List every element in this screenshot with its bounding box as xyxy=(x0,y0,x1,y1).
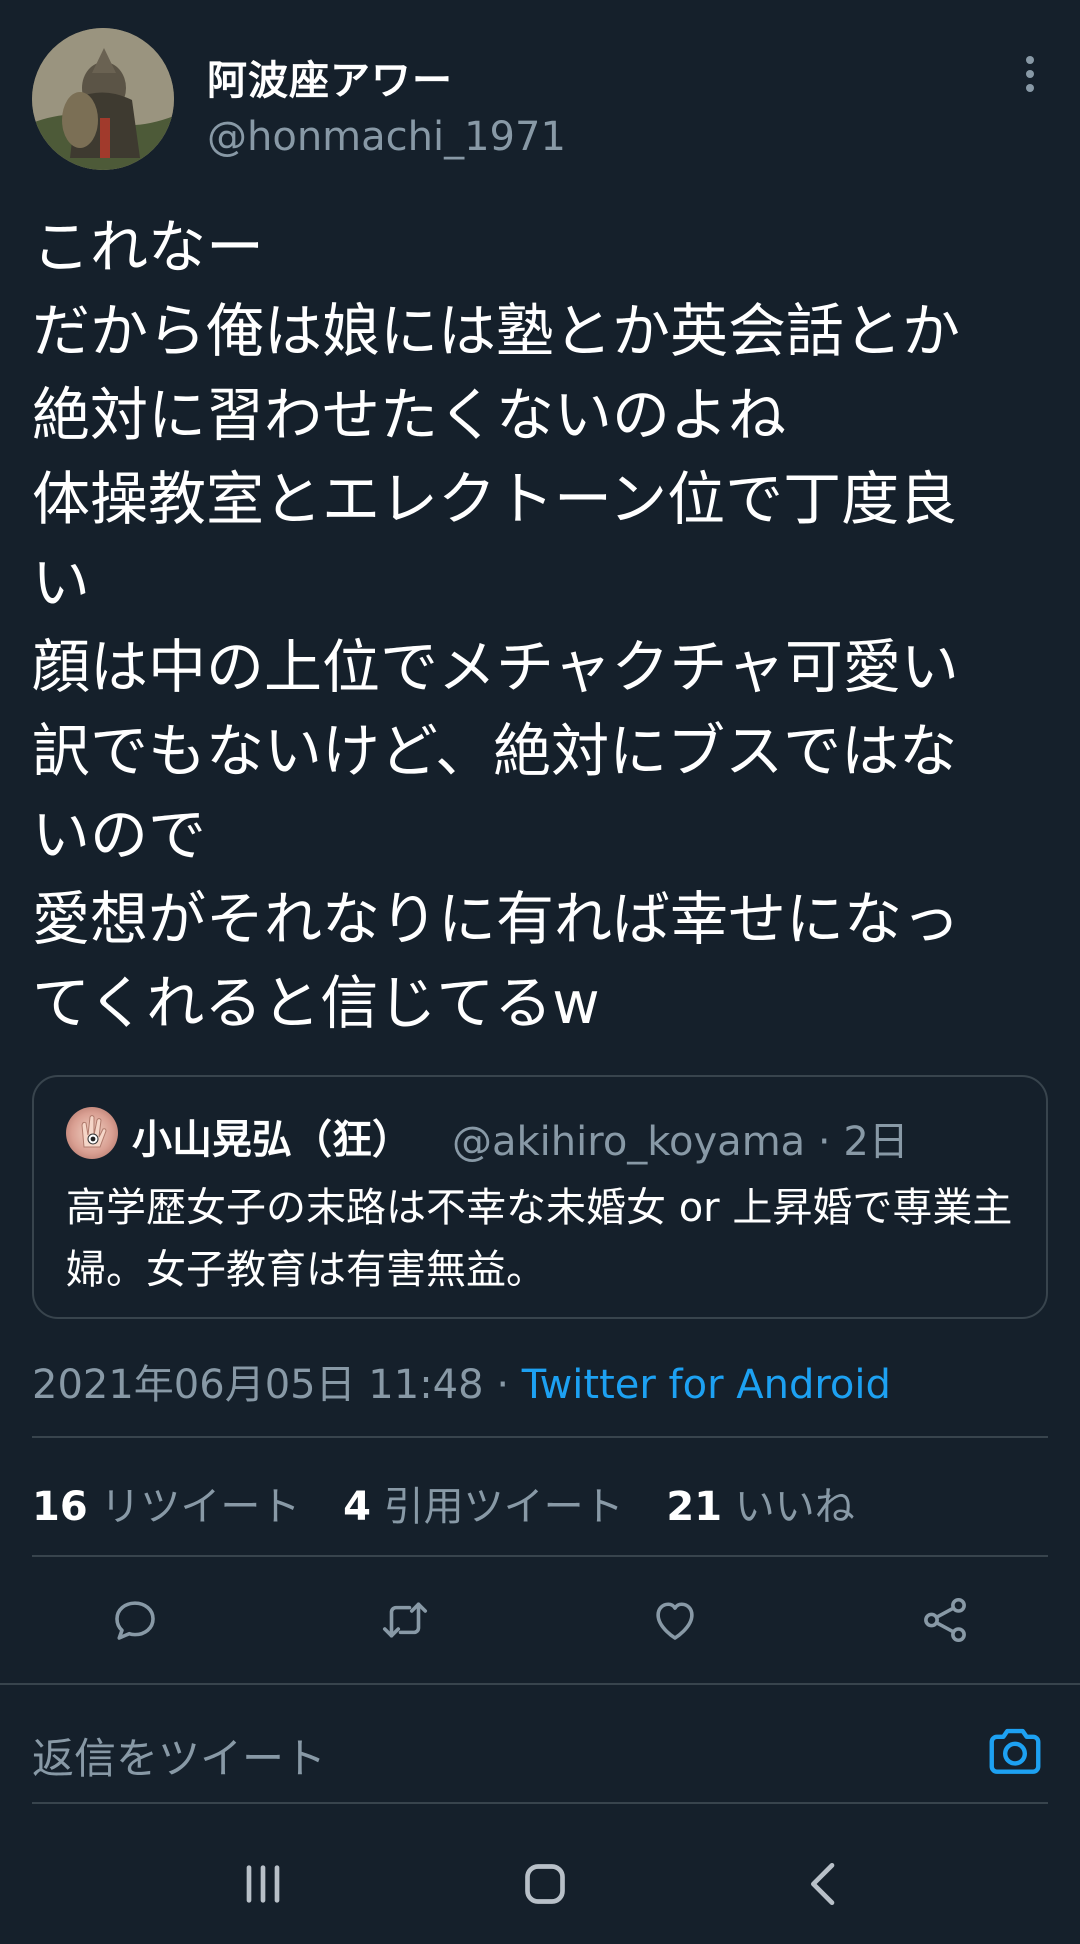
system-nav-bar xyxy=(0,1810,1080,1944)
tweet-text-line: てくれると信じてるw xyxy=(32,969,600,1037)
divider xyxy=(32,1555,1048,1557)
more-vertical-icon[interactable] xyxy=(1012,50,1048,100)
like-count-number: 21 xyxy=(666,1484,723,1530)
camera-icon[interactable] xyxy=(984,1720,1046,1782)
meta-separator: · xyxy=(496,1362,510,1408)
author-handle[interactable]: @honmachi_1971 xyxy=(207,114,566,160)
share-icon[interactable] xyxy=(910,1585,980,1655)
author-avatar[interactable] xyxy=(32,28,174,170)
quoted-tweet-text: 高学歴女子の末路は不幸な未婚女 or 上昇婚で専業主婦。女子教育は有害無益。 xyxy=(66,1185,1013,1293)
tweet-text-line: 訳でもないけど、絶対にブスではな xyxy=(32,717,958,785)
retweet-count-label: リツイート xyxy=(100,1484,301,1530)
tweet-source-link[interactable]: Twitter for Android xyxy=(522,1362,891,1408)
quoted-author-handle: @akihiro_koyama xyxy=(452,1119,806,1165)
tweet-text-line: 愛想がそれなりに有れば幸せになっ xyxy=(32,885,961,953)
retweet-count-number: 16 xyxy=(32,1484,88,1530)
divider xyxy=(0,1683,1080,1685)
quoted-tweet-time: 2日 xyxy=(843,1119,909,1165)
back-icon[interactable] xyxy=(790,1854,860,1914)
reply-input[interactable]: 返信をツイート xyxy=(32,1725,326,1786)
tweet-date: 2021年06月05日 11:48 xyxy=(32,1362,484,1408)
tweet-text-line: 絶対に習わせたくないのよね xyxy=(32,381,787,449)
quote-count-label: 引用ツイート xyxy=(383,1484,624,1530)
quoted-tweet[interactable]: 小山晃弘（狂） @akihiro_koyama · 2日 高学歴女子の末路は不幸… xyxy=(32,1075,1048,1319)
tweet-text-line: これなー xyxy=(32,213,265,281)
divider xyxy=(32,1436,1048,1438)
quote-count-number: 4 xyxy=(343,1484,371,1530)
tweet-text-line: いので xyxy=(32,801,207,869)
tweet-text-line: だから俺は娘には塾とか英会話とか xyxy=(32,297,961,365)
like-count-label: いいね xyxy=(734,1484,855,1530)
tweet-timestamp: 2021年06月05日 11:48 · Twitter for Android xyxy=(32,1352,891,1410)
like-count[interactable]: 21 いいね xyxy=(666,1484,854,1530)
tweet-actions xyxy=(0,1585,1080,1655)
tweet-text-line: 体操教室とエレクトーン位で丁度良 xyxy=(32,465,958,533)
reply-icon[interactable] xyxy=(100,1585,170,1655)
recent-apps-icon[interactable] xyxy=(228,1854,298,1914)
retweet-count[interactable]: 16 リツイート xyxy=(32,1484,313,1530)
tweet-text-line: 顔は中の上位でメチャクチャ可愛い xyxy=(32,633,959,701)
tweet-stats: 16 リツイート 4 引用ツイート 21 いいね xyxy=(32,1474,885,1532)
tweet-detail-screen: 阿波座アワー @honmachi_1971 これなー だから俺は娘には塾とか英会… xyxy=(0,0,1080,1944)
divider xyxy=(32,1802,1048,1804)
quoted-author-meta: @akihiro_koyama · 2日 xyxy=(452,1109,909,1167)
heart-icon[interactable] xyxy=(640,1585,710,1655)
quote-count[interactable]: 4 引用ツイート xyxy=(343,1484,636,1530)
retweet-icon[interactable] xyxy=(370,1585,440,1655)
tweet-header: 阿波座アワー @honmachi_1971 xyxy=(32,28,1048,173)
author-display-name[interactable]: 阿波座アワー xyxy=(207,48,453,106)
tweet-text: これなー だから俺は娘には塾とか英会話とか 絶対に習わせたくないのよね 体操教室… xyxy=(32,205,1048,1045)
tweet-text-line: い xyxy=(32,549,91,617)
quoted-author-name: 小山晃弘（狂） xyxy=(132,1117,412,1163)
home-icon[interactable] xyxy=(510,1854,580,1914)
quoted-author-avatar xyxy=(66,1107,118,1159)
meta-separator: · xyxy=(817,1119,831,1165)
